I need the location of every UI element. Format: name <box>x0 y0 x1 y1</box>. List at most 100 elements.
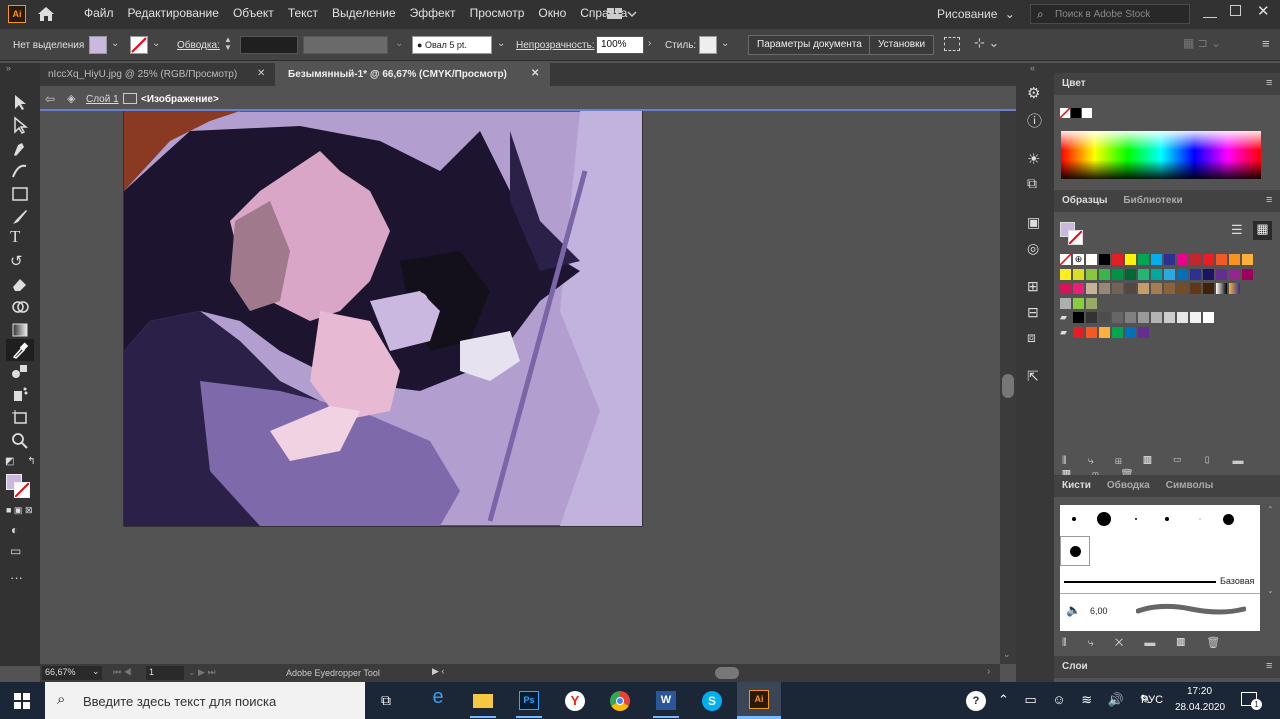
color-swatch[interactable]: ▰ <box>1060 312 1071 323</box>
screen-mode-icon[interactable]: ▭ <box>10 544 21 558</box>
home-icon[interactable] <box>37 6 55 22</box>
tab-libraries[interactable]: Библиотеки <box>1115 190 1191 212</box>
tab-color[interactable]: Цвет <box>1054 73 1094 95</box>
swatch-grid[interactable]: ⊕ ▰ ▰ <box>1059 253 1260 339</box>
color-swatch[interactable] <box>1086 268 1097 280</box>
color-swatch[interactable] <box>1086 297 1097 309</box>
artboard-nav-next-icon[interactable]: ⌄ ▶ ⏭ <box>188 667 216 678</box>
color-swatch[interactable] <box>1125 312 1136 323</box>
symbol-sprayer-tool-icon[interactable] <box>10 385 30 403</box>
more-tools-icon[interactable]: ··· <box>10 570 23 585</box>
expand-icon[interactable]: « <box>1030 63 1035 73</box>
type-tool-icon[interactable]: T <box>10 227 30 246</box>
menu-edit[interactable]: Редактирование <box>128 6 219 20</box>
chevron-right-icon[interactable]: › <box>648 38 651 49</box>
file-explorer-icon[interactable] <box>468 686 498 718</box>
color-swatch[interactable] <box>1151 312 1162 323</box>
curvature-tool-icon[interactable] <box>10 162 30 180</box>
chevron-down-icon[interactable]: ⌄ <box>395 38 403 49</box>
color-swatch[interactable] <box>1099 312 1110 323</box>
brush-dot-big[interactable] <box>1223 514 1234 525</box>
color-swatch[interactable] <box>1164 312 1175 323</box>
close-icon[interactable]: ✕ <box>257 68 265 79</box>
color-swatch[interactable] <box>1203 312 1214 323</box>
info-icon[interactable]: ⓘ <box>1027 110 1042 131</box>
color-swatch[interactable] <box>1177 268 1188 280</box>
artboard-number-field[interactable]: 1 <box>146 666 184 680</box>
color-swatch[interactable] <box>1060 268 1071 280</box>
tray-icons[interactable]: ⌃ ▭ ☺ ≋ 🔊 ✎ <box>998 692 1156 708</box>
collapse-icon[interactable]: » <box>6 63 11 73</box>
color-swatch[interactable] <box>1216 254 1227 265</box>
color-swatch[interactable] <box>1112 283 1123 294</box>
align-panel-icon[interactable]: ⊞ <box>1027 278 1039 295</box>
vertical-scrollbar[interactable]: ⌄ <box>1000 111 1016 664</box>
rectangle-tool-icon[interactable] <box>10 185 30 203</box>
status-arrow-icon[interactable]: ▶ ‹ <box>432 666 444 677</box>
chevron-down-icon[interactable]: ⌄ <box>111 38 119 49</box>
eraser-tool-icon[interactable] <box>10 275 30 293</box>
color-swatch[interactable] <box>1203 254 1214 265</box>
tab-document-2[interactable]: Безымянный-1* @ 66,67% (CMYK/Просмотр) ✕ <box>275 63 550 86</box>
color-swatch[interactable]: ▰ <box>1060 327 1071 338</box>
brush-dot-selected[interactable] <box>1060 536 1090 566</box>
rotate-tool-icon[interactable]: ↺ <box>10 252 30 270</box>
transform-panel-icon[interactable]: ⧉ <box>1027 175 1037 192</box>
menu-icon[interactable]: ≡ <box>1266 194 1272 206</box>
canvas[interactable] <box>40 111 1000 664</box>
menu-view[interactable]: Просмотр <box>470 6 525 20</box>
brush-dot-large[interactable] <box>1097 512 1111 526</box>
menu-effect[interactable]: Эффект <box>410 6 456 20</box>
illustrator-taskbar-item[interactable]: Ai <box>737 682 781 719</box>
artboard-tool-icon[interactable] <box>10 408 30 426</box>
horizontal-scroll-thumb[interactable] <box>715 667 739 679</box>
menu-object[interactable]: Объект <box>233 6 274 20</box>
brush-dot-faint[interactable] <box>1199 518 1201 520</box>
eyedropper-tool-icon[interactable] <box>10 341 30 359</box>
fill-swatch[interactable] <box>89 36 107 54</box>
color-swatch[interactable] <box>1073 297 1084 309</box>
skype-icon[interactable]: S <box>697 686 727 716</box>
paintbrush-tool-icon[interactable] <box>10 208 30 226</box>
tab-document-1[interactable]: nIccXq_HiyU.jpg @ 25% (RGB/Просмотр) ✕ <box>40 63 275 86</box>
tab-swatches[interactable]: Образцы <box>1054 190 1115 212</box>
scroll-thumb[interactable] <box>1002 374 1014 398</box>
brush-dot-medium[interactable] <box>1165 517 1169 521</box>
yandex-browser-icon[interactable]: Y <box>560 686 590 716</box>
chevron-down-icon[interactable]: ⌄ <box>721 38 729 49</box>
stroke-color-box[interactable] <box>14 482 30 498</box>
close-icon[interactable]: ✕ <box>1257 2 1270 20</box>
align-icon[interactable] <box>944 37 960 51</box>
scroll-right-icon[interactable]: › <box>987 666 990 677</box>
menu-icon[interactable]: ≡ <box>1266 660 1272 672</box>
opacity-field[interactable]: 100% <box>596 36 644 54</box>
scroll-down-icon[interactable]: ⌄ <box>1003 649 1011 660</box>
menu-file[interactable]: Файл <box>84 6 114 20</box>
shape-builder-tool-icon[interactable] <box>10 298 30 316</box>
color-swatch[interactable] <box>1138 326 1149 338</box>
color-swatch[interactable] <box>1138 268 1149 280</box>
color-swatch[interactable] <box>1190 283 1201 294</box>
export-icon[interactable]: ⇱ <box>1027 368 1039 385</box>
fill-stroke-preview[interactable] <box>1060 222 1084 246</box>
color-swatch[interactable] <box>1073 312 1084 323</box>
zoom-field[interactable]: 66,67% ⌄ <box>42 666 102 680</box>
panel-options-icon[interactable]: ▦ ⊐ ⌄ <box>1183 36 1221 50</box>
brush-dot-tiny[interactable] <box>1135 518 1137 520</box>
tab-brushes[interactable]: Кисти <box>1054 475 1099 497</box>
color-swatch[interactable] <box>1125 326 1136 338</box>
grid-view-icon[interactable]: ▦ <box>1253 221 1272 240</box>
swap-colors-icon[interactable]: ↰ <box>27 456 35 467</box>
color-swatch[interactable] <box>1229 268 1240 280</box>
breadcrumb-object[interactable]: <Изображение> <box>141 94 219 105</box>
stroke-weight-field[interactable] <box>240 36 298 54</box>
color-swatch[interactable] <box>1086 326 1097 338</box>
clock-date[interactable]: 28.04.2020 <box>1175 702 1225 713</box>
menu-text[interactable]: Текст <box>288 6 318 20</box>
brushes-scrollbar[interactable]: ⌃ ⌄ <box>1267 505 1277 631</box>
color-swatch[interactable] <box>1086 312 1097 323</box>
color-swatch[interactable] <box>1125 254 1136 265</box>
artboard-nav-first-icon[interactable]: ⏮ ◀ <box>113 667 132 678</box>
pen-tool-icon[interactable] <box>10 139 30 157</box>
color-swatch[interactable] <box>1112 312 1123 323</box>
